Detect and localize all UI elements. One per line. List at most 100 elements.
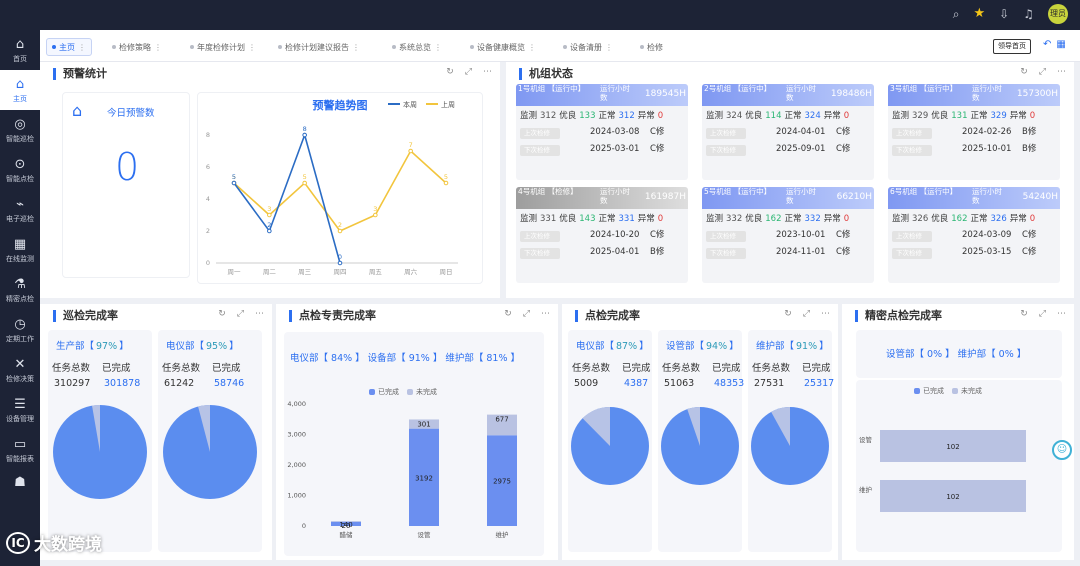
sidebar-item-8[interactable]: ✕ 检修决策 bbox=[0, 350, 40, 390]
refresh-icon[interactable]: ↻ bbox=[784, 309, 792, 319]
bell-icon[interactable]: ♫ bbox=[1023, 4, 1034, 24]
sidebar-item-0[interactable]: ⌂ 首页 bbox=[0, 30, 40, 70]
abnormal-value: 0 bbox=[1029, 111, 1036, 121]
x-tick-label: 周一 bbox=[228, 268, 242, 276]
tab-7[interactable]: 检修 bbox=[640, 38, 663, 56]
tab-6[interactable]: 设备清册 ⋮ bbox=[563, 38, 613, 56]
dept-name-text: 电仪部【 bbox=[166, 341, 205, 352]
good-label: 优良 bbox=[931, 111, 949, 121]
unit-card[interactable]: 3号机组 【运行中】 运行小时数 157300H 监测 329 优良 131 正常 329 异常 0… bbox=[888, 84, 1060, 180]
refresh-icon[interactable]: ↻ bbox=[218, 309, 226, 319]
tab-menu-icon[interactable]: ⋮ bbox=[605, 43, 613, 52]
tab-5[interactable]: 设备健康概览 ⋮ bbox=[470, 38, 536, 56]
dept-name: 维护部【 91%】 bbox=[756, 338, 829, 352]
fullscreen-icon[interactable]: ⤢ bbox=[803, 309, 810, 319]
next-repair-class: C修 bbox=[650, 144, 665, 154]
more-icon[interactable]: ⋯ bbox=[541, 309, 550, 319]
tab-label: 检修策略 bbox=[119, 42, 151, 52]
sidebar-item-11[interactable]: ☗ bbox=[0, 470, 40, 496]
sidebar-item-1[interactable]: ⌂ 主页 bbox=[0, 70, 40, 110]
good-value: 162 bbox=[951, 214, 968, 224]
tab-menu-icon[interactable]: ⋮ bbox=[352, 43, 360, 52]
refresh-icon[interactable]: ↻ bbox=[1020, 309, 1028, 319]
done-value: 48353 bbox=[714, 378, 745, 389]
tab-menu-icon[interactable]: ⋮ bbox=[78, 43, 86, 52]
tab-menu-icon[interactable]: ⋮ bbox=[154, 43, 162, 52]
fullscreen-icon[interactable]: ⤢ bbox=[237, 309, 244, 319]
sidebar-item-7[interactable]: ◷ 定期工作 bbox=[0, 310, 40, 350]
bar-label-undone: 677 bbox=[495, 416, 508, 424]
unit-card[interactable]: 1号机组 【运行中】 运行小时数 189545H 监测 312 优良 133 正常 312 异常 0… bbox=[516, 84, 688, 180]
abnormal-value: 0 bbox=[657, 111, 664, 121]
tab-dot bbox=[112, 45, 116, 49]
avatar[interactable]: 理员 bbox=[1048, 4, 1068, 24]
tab-0[interactable]: 主页 ⋮ bbox=[46, 38, 92, 56]
total-value: 61242 bbox=[164, 378, 195, 389]
fullscreen-icon[interactable]: ⤢ bbox=[523, 309, 530, 319]
tab-menu-icon[interactable]: ⋮ bbox=[528, 43, 536, 52]
unit-card[interactable]: 4号机组 【检修】 运行小时数 161987H 监测 331 优良 143 正常 331 异常 0 上… bbox=[516, 187, 688, 283]
leader-home-button[interactable]: 领导首页 bbox=[993, 39, 1031, 54]
completion-pie-chart bbox=[163, 405, 257, 499]
data-label: 5 bbox=[444, 173, 448, 181]
tab-menu-icon[interactable]: ⋮ bbox=[434, 43, 442, 52]
total-value: 27531 bbox=[754, 378, 785, 389]
download-icon[interactable]: ⇩ bbox=[999, 4, 1009, 24]
tab-menu-icon[interactable]: ⋮ bbox=[248, 43, 256, 52]
sidebar-item-4[interactable]: ⌁ 电子巡检 bbox=[0, 190, 40, 230]
unit-hours-value: 198486H bbox=[830, 89, 872, 99]
more-icon[interactable]: ⋯ bbox=[483, 67, 492, 77]
wrench-icon: ✕ bbox=[14, 356, 26, 372]
refresh-icon[interactable]: ↻ bbox=[446, 67, 454, 77]
sidebar-item-10[interactable]: ▭ 智能报表 bbox=[0, 430, 40, 470]
bar-label: 102 bbox=[946, 493, 959, 501]
dept-pct: 94% bbox=[706, 341, 728, 352]
next-repair-badge: 下次检修 bbox=[892, 248, 932, 259]
unit-name: 3号机组 【运行中】 bbox=[890, 84, 958, 93]
more-icon[interactable]: ⋯ bbox=[255, 309, 264, 319]
chat-icon[interactable]: ☺ bbox=[1052, 440, 1072, 460]
more-icon[interactable]: ⋯ bbox=[1057, 309, 1066, 319]
search-icon[interactable]: ⌕ bbox=[953, 4, 960, 24]
dashboard-app: ⌕ ★ ⇩ ♫ 理员 ⌂ 首页 ⌂ 主页 ◎ 智能巡检 ⊙ 智能点检 ⌁ 电子巡检 ▦ 在线监测 ⚗ 精密… bbox=[0, 0, 1080, 566]
last-repair-date: 2024-02-26 bbox=[962, 127, 1012, 137]
sidebar-item-label: 设备管理 bbox=[6, 414, 34, 423]
fullscreen-icon[interactable]: ⤢ bbox=[1039, 309, 1046, 319]
x-tick-label: 周六 bbox=[404, 267, 418, 276]
refresh-icon[interactable]: ↻ bbox=[504, 309, 512, 319]
tab-2[interactable]: 年度检修计划 ⋮ bbox=[190, 38, 256, 56]
more-icon[interactable]: ⋯ bbox=[1057, 67, 1066, 77]
trend-chart: 预警趋势图 本周 上周02468周一 周二 周三 周四 周五 周六 周日53523755280 bbox=[206, 98, 458, 276]
tab-3[interactable]: 检修计划建议报告 ⋮ bbox=[278, 38, 360, 56]
sidebar-item-9[interactable]: ☰ 设备管理 bbox=[0, 390, 40, 430]
back-icon[interactable]: ↶ bbox=[1043, 39, 1051, 50]
unit-header: 5号机组 【运行中】 运行小时数 66210H bbox=[702, 187, 874, 209]
sidebar-item-5[interactable]: ▦ 在线监测 bbox=[0, 230, 40, 270]
next-repair-class: B修 bbox=[650, 247, 665, 257]
abnormal-label: 异常 bbox=[823, 111, 841, 121]
star-icon[interactable]: ★ bbox=[974, 4, 986, 24]
sidebar-item-3[interactable]: ⊙ 智能点检 bbox=[0, 150, 40, 190]
tab-4[interactable]: 系统总览 ⋮ bbox=[392, 38, 442, 56]
grid-icon[interactable]: ▦ bbox=[1056, 39, 1065, 50]
tab-1[interactable]: 检修策略 ⋮ bbox=[112, 38, 162, 56]
unit-card[interactable]: 5号机组 【运行中】 运行小时数 66210H 监测 332 优良 162 正常 332 异常 0 上… bbox=[702, 187, 874, 283]
normal-label: 正常 bbox=[784, 214, 802, 224]
watermark-text: 大数跨境 bbox=[34, 535, 102, 555]
monitor-label: 监测 bbox=[892, 214, 910, 224]
unit-card[interactable]: 6号机组 【运行中】 运行小时数 54240H 监测 326 优良 162 正常 326 异常 0 上… bbox=[888, 187, 1060, 283]
more-icon[interactable]: ⋯ bbox=[821, 309, 830, 319]
unit-card[interactable]: 2号机组 【运行中】 运行小时数 198486H 监测 324 优良 114 正常 324 异常 0… bbox=[702, 84, 874, 180]
sidebar-item-label: 智能报表 bbox=[6, 454, 34, 463]
refresh-icon[interactable]: ↻ bbox=[1020, 67, 1028, 77]
dept-close: 】 bbox=[639, 341, 649, 352]
patrol-icon: ◎ bbox=[14, 116, 26, 132]
sidebar-item-6[interactable]: ⚗ 精密点检 bbox=[0, 270, 40, 310]
series-last-week: 5 3 5 2 3 7 5 bbox=[231, 141, 449, 234]
sidebar-item-2[interactable]: ◎ 智能巡检 bbox=[0, 110, 40, 150]
unit-metrics: 监测 312 优良 133 正常 312 异常 0 bbox=[520, 111, 664, 122]
fullscreen-icon[interactable]: ⤢ bbox=[1039, 67, 1046, 77]
last-repair-date: 2024-03-08 bbox=[590, 127, 640, 137]
fullscreen-icon[interactable]: ⤢ bbox=[465, 67, 472, 77]
dept-pct: 95% bbox=[206, 341, 228, 352]
